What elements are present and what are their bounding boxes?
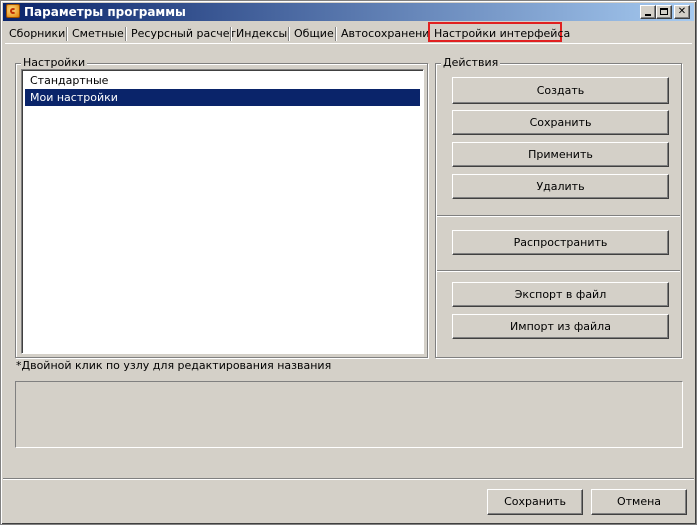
distribute-button[interactable]: Распространить: [452, 230, 669, 255]
settings-dialog: Параметры программы ✕ Сборники Сметные Р…: [0, 0, 697, 525]
settings-group: Настройки Стандартные Мои настройки: [15, 56, 428, 358]
settings-list[interactable]: Стандартные Мои настройки: [21, 69, 424, 354]
delete-button[interactable]: Удалить: [452, 174, 669, 199]
import-button[interactable]: Импорт из файла: [452, 314, 669, 339]
tab-general[interactable]: Общие: [290, 25, 338, 42]
minimize-icon: [645, 14, 651, 16]
minimize-button[interactable]: [640, 5, 656, 19]
tab-indexes[interactable]: Индексы: [232, 25, 291, 42]
cancel-button[interactable]: Отмена: [591, 489, 687, 515]
actions-divider-2: [437, 270, 680, 272]
tab-estimates[interactable]: Сметные: [68, 25, 128, 42]
list-item-my-settings[interactable]: Мои настройки: [25, 89, 420, 106]
tab-divider: [5, 43, 692, 44]
apply-button[interactable]: Применить: [452, 142, 669, 167]
settings-group-title: Настройки: [21, 56, 88, 70]
actions-group-title: Действия: [441, 56, 501, 70]
window-title: Параметры программы: [24, 5, 186, 19]
maximize-button[interactable]: [656, 5, 672, 19]
footer-save-button[interactable]: Сохранить: [487, 489, 583, 515]
actions-group: Действия Создать Сохранить Применить Уда…: [435, 56, 682, 358]
actions-divider-1: [437, 215, 680, 217]
tab-interface-settings[interactable]: Настройки интерфейса: [428, 22, 570, 42]
tab-autosave[interactable]: Автосохранение: [337, 25, 440, 42]
edit-hint: *Двойной клик по узлу для редактирования…: [16, 359, 332, 372]
create-button[interactable]: Создать: [452, 77, 669, 104]
tab-collections[interactable]: Сборники: [5, 25, 69, 42]
info-panel: [15, 381, 683, 448]
close-icon: ✕: [677, 6, 687, 17]
list-item-standard[interactable]: Стандартные: [25, 72, 420, 89]
title-bar[interactable]: Параметры программы ✕: [3, 3, 694, 21]
tab-resource-calc[interactable]: Ресурсный расчет: [127, 25, 240, 42]
close-button[interactable]: ✕: [674, 5, 690, 19]
app-icon: [6, 4, 20, 18]
maximize-icon: [660, 8, 668, 15]
save-settings-button[interactable]: Сохранить: [452, 110, 669, 135]
footer-divider: [3, 478, 694, 480]
export-button[interactable]: Экспорт в файл: [452, 282, 669, 307]
